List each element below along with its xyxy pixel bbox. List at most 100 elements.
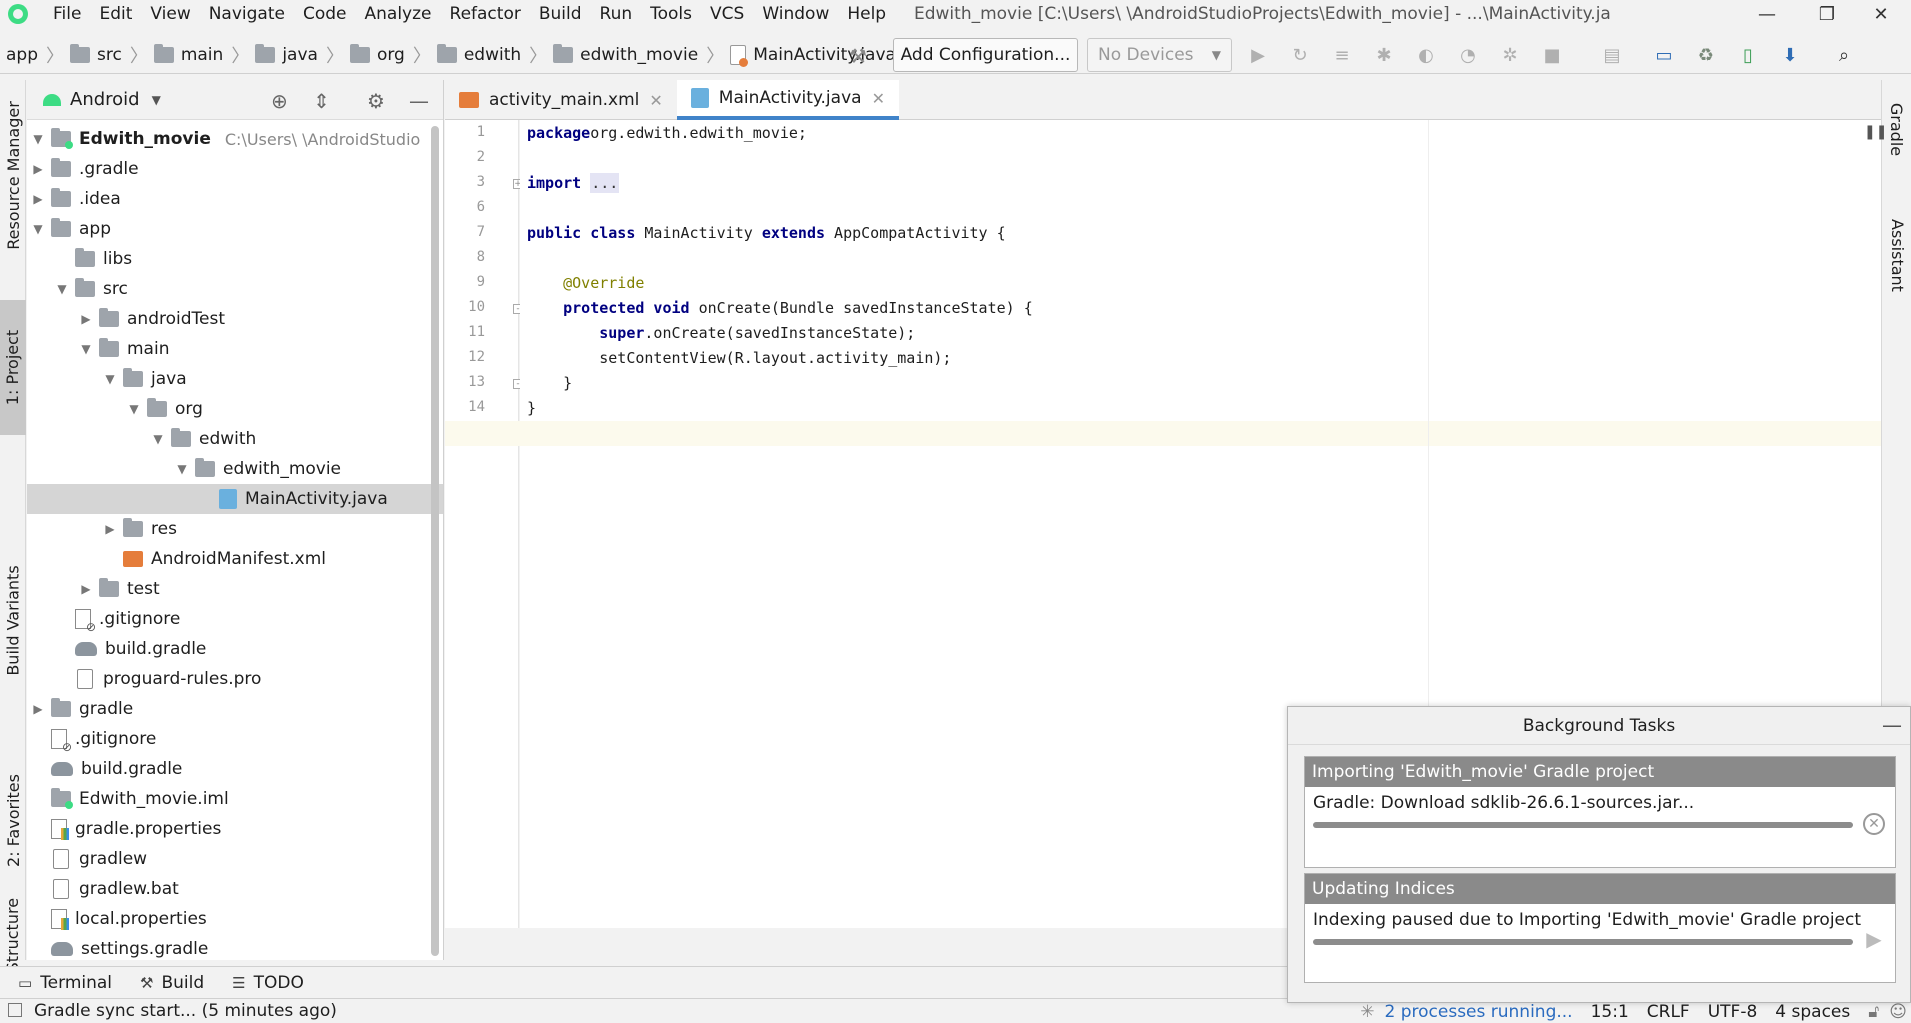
status-toggle-icon[interactable] [8,1003,22,1017]
menu-view[interactable]: View [141,0,199,28]
expand-down-icon[interactable]: ▼ [151,432,165,446]
collapsed-imports[interactable]: ... [590,173,620,193]
cancel-task-icon[interactable]: ✕ [1863,813,1885,835]
tree-item[interactable]: ▼ app [27,214,443,244]
resume-task-icon[interactable]: ▶ [1863,929,1885,952]
breadcrumb-item[interactable]: MainActivity.java [730,44,896,67]
close-window-icon[interactable]: ✕ [1851,0,1911,28]
search-icon[interactable]: ⌕ [1832,43,1856,67]
editor-tab[interactable]: activity_main.xml ✕ [445,80,677,120]
project-view-mode[interactable]: Android [70,89,140,110]
menu-window[interactable]: Window [753,0,838,28]
expand-right-icon[interactable]: ▶ [31,162,45,176]
gradle-sync-icon[interactable]: ♻ [1694,43,1718,67]
lock-icon[interactable]: 🔓︎ [1868,1002,1879,1022]
expand-down-icon[interactable]: ▼ [55,282,69,296]
chevron-down-icon[interactable]: ▼ [152,93,161,107]
editor-tab[interactable]: MainActivity.java ✕ [676,80,899,120]
run-icon[interactable]: ▶ [1246,43,1270,67]
tree-item[interactable]: ▶build.gradle [27,754,443,784]
breadcrumb-item[interactable]: main 〉 [153,42,249,68]
restore-window-icon[interactable]: ❐ [1797,0,1857,28]
sdk-manager-icon[interactable]: ⬇ [1778,43,1802,67]
apply-changes-icon[interactable]: ↻ [1288,43,1312,67]
run-with-coverage-icon[interactable]: ◐ [1414,43,1438,67]
tree-item[interactable]: ▼ org [27,394,443,424]
stop-icon[interactable]: ■ [1540,43,1564,67]
tree-item[interactable]: ▶build.gradle [27,634,443,664]
menu-analyze[interactable]: Analyze [356,0,441,28]
tree-item[interactable]: ▶gradlew.bat [27,874,443,904]
event-log-icon[interactable]: ☺ [1889,1002,1907,1022]
tree-item[interactable]: ▶AndroidManifest.xml [27,544,443,574]
debug-icon[interactable]: ✱ [1372,43,1396,67]
project-tree-scrollbar[interactable] [429,120,441,960]
tool-window-build[interactable]: ⚒ Build [140,973,204,993]
processes-running-link[interactable]: 2 processes running... [1385,1002,1573,1022]
tree-item[interactable]: ▶gradlew [27,844,443,874]
file-encoding[interactable]: UTF-8 [1708,1002,1758,1022]
expand-right-icon[interactable]: ▶ [79,582,93,596]
breadcrumb-item[interactable]: java 〉 [255,42,344,68]
menu-vcs[interactable]: VCS [701,0,753,28]
tab-project[interactable]: 1: Project [0,300,26,435]
breadcrumb-item[interactable]: edwith 〉 [436,42,547,68]
tree-item[interactable]: ▼ Edwith_movie C:\Users\ \AndroidStudio [27,124,443,154]
avd-manager-icon[interactable]: ▯ [1736,43,1760,67]
tree-item[interactable]: ▶MainActivity.java [27,484,443,514]
minimize-popup-icon[interactable]: — [1882,713,1902,737]
attach-debugger-icon[interactable]: ✲ [1498,43,1522,67]
menu-navigate[interactable]: Navigate [200,0,294,28]
tree-item[interactable]: ▶.gitignore [27,604,443,634]
profile-icon[interactable]: ◔ [1456,43,1480,67]
expand-down-icon[interactable]: ▼ [175,462,189,476]
breadcrumb-item[interactable]: edwith_movie 〉 [553,42,724,68]
locate-target-icon[interactable]: ⊕ [271,89,288,113]
minimize-window-icon[interactable]: — [1737,0,1797,28]
tree-item[interactable]: ▶ gradle [27,694,443,724]
menu-help[interactable]: Help [838,0,895,28]
tree-item[interactable]: ▶libs [27,244,443,274]
tree-item[interactable]: ▼ java [27,364,443,394]
expand-down-icon[interactable]: ▼ [79,342,93,356]
tab-gradle[interactable]: Gradle [1884,84,1910,174]
tree-item[interactable]: ▼ edwith_movie [27,454,443,484]
indent-setting[interactable]: 4 spaces [1775,1002,1850,1022]
expand-right-icon[interactable]: ▶ [79,312,93,326]
tree-item[interactable]: ▶gradle.properties [27,814,443,844]
tool-window-terminal[interactable]: ▭ Terminal [18,973,112,993]
tree-item[interactable]: ▶.gitignore [27,724,443,754]
tree-item[interactable]: ▶ .gradle [27,154,443,184]
layout-inspector-icon[interactable]: ▭ [1652,43,1676,67]
menu-run[interactable]: Run [591,0,642,28]
menu-code[interactable]: Code [294,0,356,28]
project-structure-icon[interactable]: ▤ [1600,43,1624,67]
expand-right-icon[interactable]: ▶ [31,192,45,206]
tree-item[interactable]: ▶ res [27,514,443,544]
tree-item[interactable]: ▼ src [27,274,443,304]
gear-icon[interactable]: ⚙ [367,89,385,113]
menu-edit[interactable]: Edit [90,0,141,28]
tab-resource-manager[interactable]: Resource Manager [0,90,26,260]
status-message[interactable]: Gradle sync start... (5 minutes ago) [34,1001,337,1021]
tab-favorites[interactable]: 2: Favorites [0,750,26,890]
tree-item[interactable]: ▶ .idea [27,184,443,214]
scrollbar-thumb[interactable] [431,126,439,956]
close-tab-icon[interactable]: ✕ [872,89,885,108]
menu-build[interactable]: Build [530,0,591,28]
tree-item[interactable]: ▶proguard-rules.pro [27,664,443,694]
expand-down-icon[interactable]: ▼ [31,222,45,236]
breadcrumb-item[interactable]: src 〉 [70,42,148,68]
tree-item[interactable]: ▶ androidTest [27,304,443,334]
close-tab-icon[interactable]: ✕ [649,91,662,110]
tab-assistant[interactable]: Assistant [1884,200,1910,310]
tab-build-variants[interactable]: Build Variants [0,510,26,730]
device-selector[interactable]: No Devices ▼ [1087,38,1232,72]
inspections-pause-icon[interactable]: ❚❚ [1864,124,1887,140]
collapse-all-icon[interactable]: ⇕ [313,89,330,113]
menu-file[interactable]: File [44,0,90,28]
tree-item[interactable]: ▼ main [27,334,443,364]
menu-tools[interactable]: Tools [641,0,701,28]
hide-panel-icon[interactable]: — [409,89,429,113]
expand-down-icon[interactable]: ▼ [103,372,117,386]
